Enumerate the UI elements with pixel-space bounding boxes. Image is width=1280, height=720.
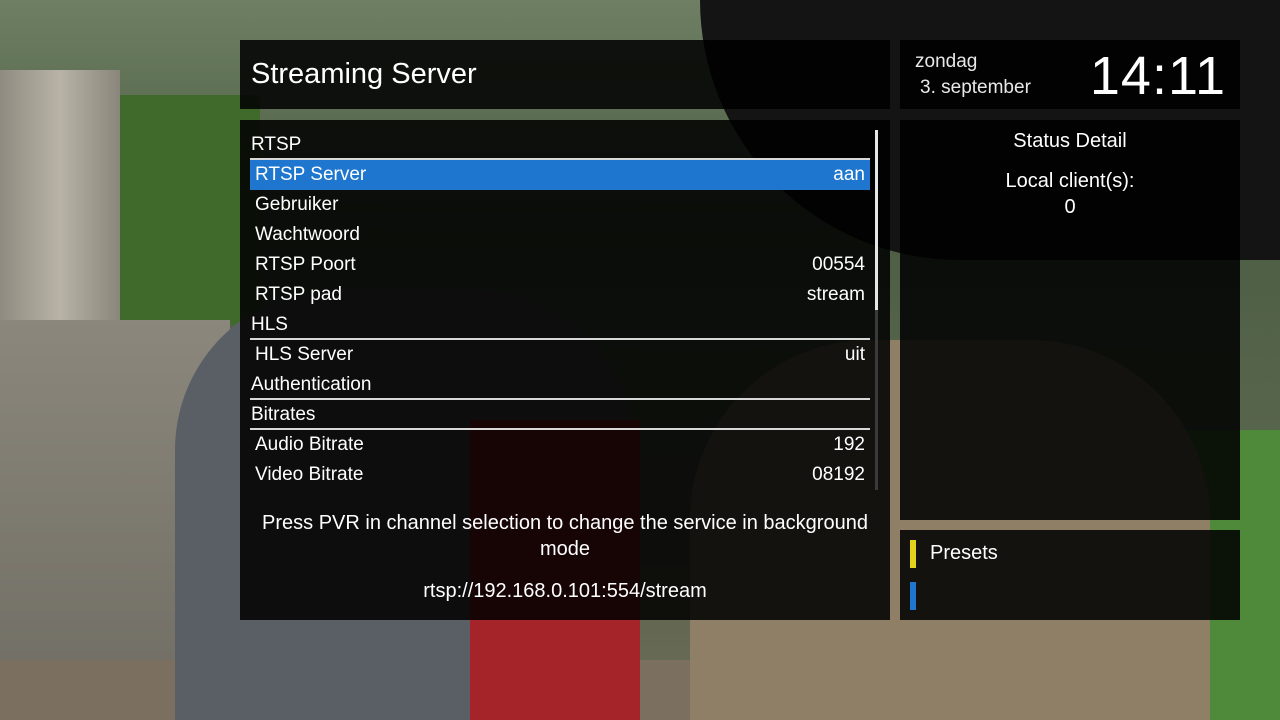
setting-row[interactable]: RTSP Poort 00554 — [250, 250, 870, 280]
setting-value: 00554 — [812, 254, 865, 275]
setting-label: Gebruiker — [255, 194, 339, 215]
setting-label: Authentication — [251, 374, 372, 395]
setting-row[interactable]: Gebruiker — [250, 190, 870, 220]
local-clients-label: Local client(s): — [1005, 170, 1135, 192]
section-header: HLS — [250, 310, 870, 340]
title-bar: Streaming Server — [240, 40, 890, 109]
setting-label: RTSP — [251, 134, 302, 155]
yellow-key-indicator[interactable] — [910, 540, 916, 568]
blue-key-indicator[interactable] — [910, 582, 916, 610]
yellow-key-label: Presets — [930, 542, 998, 564]
scrollbar-track[interactable] — [875, 310, 878, 490]
scrollbar-thumb[interactable] — [875, 130, 878, 310]
color-keys-panel: Presets — [900, 530, 1240, 620]
setting-row[interactable]: Video Bitrate 08192 — [250, 460, 870, 490]
settings-menu-panel: RTSP RTSP Server aan Gebruiker Wachtwoord RTS… — [240, 120, 890, 620]
stream-url: rtsp://192.168.0.101:554/stream — [423, 580, 707, 602]
clock-date: 3. september — [920, 77, 1031, 98]
setting-value: stream — [806, 284, 865, 305]
setting-row[interactable]: RTSP Server aan — [250, 160, 870, 190]
setting-label: Wachtwoord — [255, 224, 360, 245]
setting-label: Video Bitrate — [255, 464, 364, 485]
setting-label: HLS — [251, 314, 288, 335]
setting-label: RTSP pad — [255, 284, 342, 305]
clock-panel: zondag 3. september 14:11 — [900, 40, 1240, 109]
setting-label: Audio Bitrate — [255, 434, 364, 455]
section-header: RTSP — [250, 130, 870, 160]
hint-text: Press PVR in channel selection to change… — [262, 512, 868, 560]
setting-value: aan — [833, 164, 865, 185]
settings-list: RTSP RTSP Server aan Gebruiker Wachtwoord RTS… — [250, 130, 870, 490]
setting-value: 192 — [833, 434, 865, 455]
local-clients-count: 0 — [1064, 196, 1076, 218]
clock-time: 14:11 — [1089, 46, 1226, 106]
setting-row[interactable]: Wachtwoord — [250, 220, 870, 250]
status-heading: Status Detail — [1013, 130, 1127, 152]
setting-row[interactable]: HLS Server uit — [250, 340, 870, 370]
setting-label: RTSP Server — [255, 164, 367, 185]
setting-value: 08192 — [812, 464, 865, 485]
section-header: Bitrates — [250, 400, 870, 430]
background-column — [0, 70, 120, 330]
setting-row[interactable]: RTSP pad stream — [250, 280, 870, 310]
section-header: Authentication — [250, 370, 870, 400]
setting-value: uit — [844, 344, 865, 365]
setting-label: RTSP Poort — [255, 254, 356, 275]
setting-row[interactable]: Audio Bitrate 192 — [250, 430, 870, 460]
setting-label: HLS Server — [255, 344, 354, 365]
setting-label: Bitrates — [251, 404, 316, 425]
page-title: Streaming Server — [251, 58, 477, 90]
background-hedge — [100, 95, 260, 325]
clock-day: zondag — [915, 51, 978, 72]
status-detail-panel: Status Detail Local client(s): 0 — [900, 120, 1240, 520]
